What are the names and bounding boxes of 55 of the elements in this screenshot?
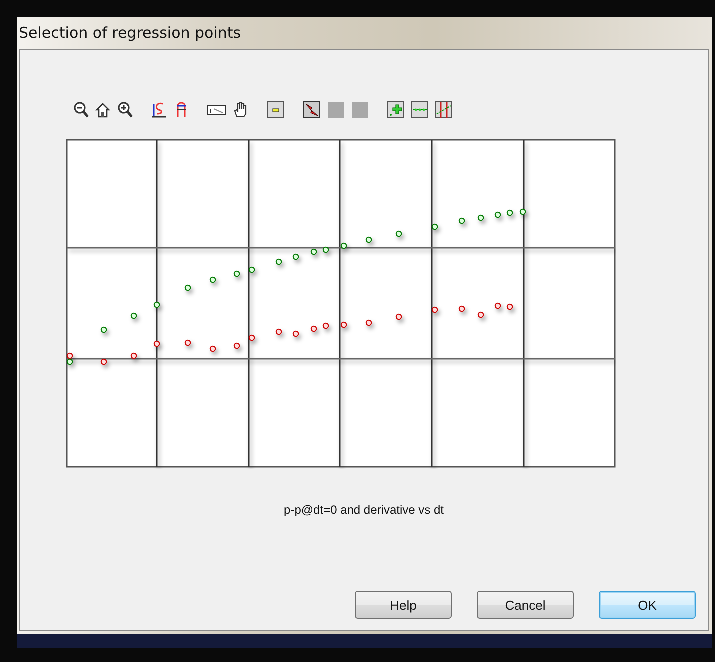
data-point[interactable]	[396, 314, 402, 320]
data-point[interactable]	[100, 326, 108, 334]
window-title: Selection of regression points	[19, 24, 242, 42]
data-point[interactable]	[100, 358, 108, 366]
data-point[interactable]	[310, 248, 318, 256]
data-point[interactable]	[506, 304, 514, 310]
data-point[interactable]	[494, 212, 502, 218]
data-point[interactable]	[130, 312, 138, 320]
data-point[interactable]	[322, 246, 330, 254]
data-point[interactable]	[154, 302, 160, 308]
help-button[interactable]: Help	[355, 591, 452, 619]
data-point[interactable]	[340, 322, 348, 328]
ok-button[interactable]: OK	[599, 591, 696, 619]
data-point[interactable]	[184, 340, 192, 346]
data-point[interactable]	[396, 230, 402, 238]
data-point[interactable]	[310, 326, 318, 332]
data-point[interactable]	[210, 276, 216, 284]
data-point[interactable]	[248, 334, 256, 342]
data-point[interactable]	[292, 330, 300, 338]
data-point[interactable]	[292, 254, 300, 260]
data-point[interactable]	[478, 214, 484, 222]
data-point[interactable]	[506, 210, 514, 216]
lightning-box-icon[interactable]	[303, 101, 321, 119]
data-point[interactable]	[520, 208, 526, 216]
data-point[interactable]	[322, 322, 330, 330]
zoom-out-icon[interactable]	[73, 101, 89, 119]
add-point-icon[interactable]	[387, 101, 405, 119]
point-select-icon[interactable]	[435, 101, 453, 119]
data-point[interactable]	[276, 328, 282, 336]
data-point[interactable]	[478, 312, 484, 318]
zoom-in-icon[interactable]	[117, 101, 133, 119]
minus-box-icon[interactable]	[267, 101, 285, 119]
data-point[interactable]	[458, 306, 466, 312]
data-point[interactable]	[66, 358, 74, 366]
data-point[interactable]	[210, 346, 216, 352]
home-icon[interactable]	[95, 101, 111, 119]
data-point[interactable]	[234, 270, 240, 278]
data-point[interactable]	[184, 284, 192, 292]
data-point[interactable]	[130, 352, 138, 360]
data-point[interactable]	[276, 258, 282, 266]
cancel-button[interactable]: Cancel	[477, 591, 574, 619]
curve-axis-icon[interactable]	[151, 101, 167, 119]
data-point[interactable]	[458, 218, 466, 224]
data-point[interactable]	[248, 266, 256, 274]
data-point[interactable]	[154, 340, 160, 348]
hand-icon[interactable]	[233, 101, 249, 119]
plot-caption: p-p@dt=0 and derivative vs dt	[284, 503, 444, 517]
data-point[interactable]	[432, 306, 438, 314]
data-point[interactable]	[366, 320, 372, 326]
data-point[interactable]	[234, 342, 240, 350]
data-point[interactable]	[340, 242, 348, 250]
data-point[interactable]	[494, 302, 502, 310]
data-point[interactable]	[366, 236, 372, 244]
data-point[interactable]	[66, 352, 74, 360]
data-point[interactable]	[432, 224, 438, 230]
